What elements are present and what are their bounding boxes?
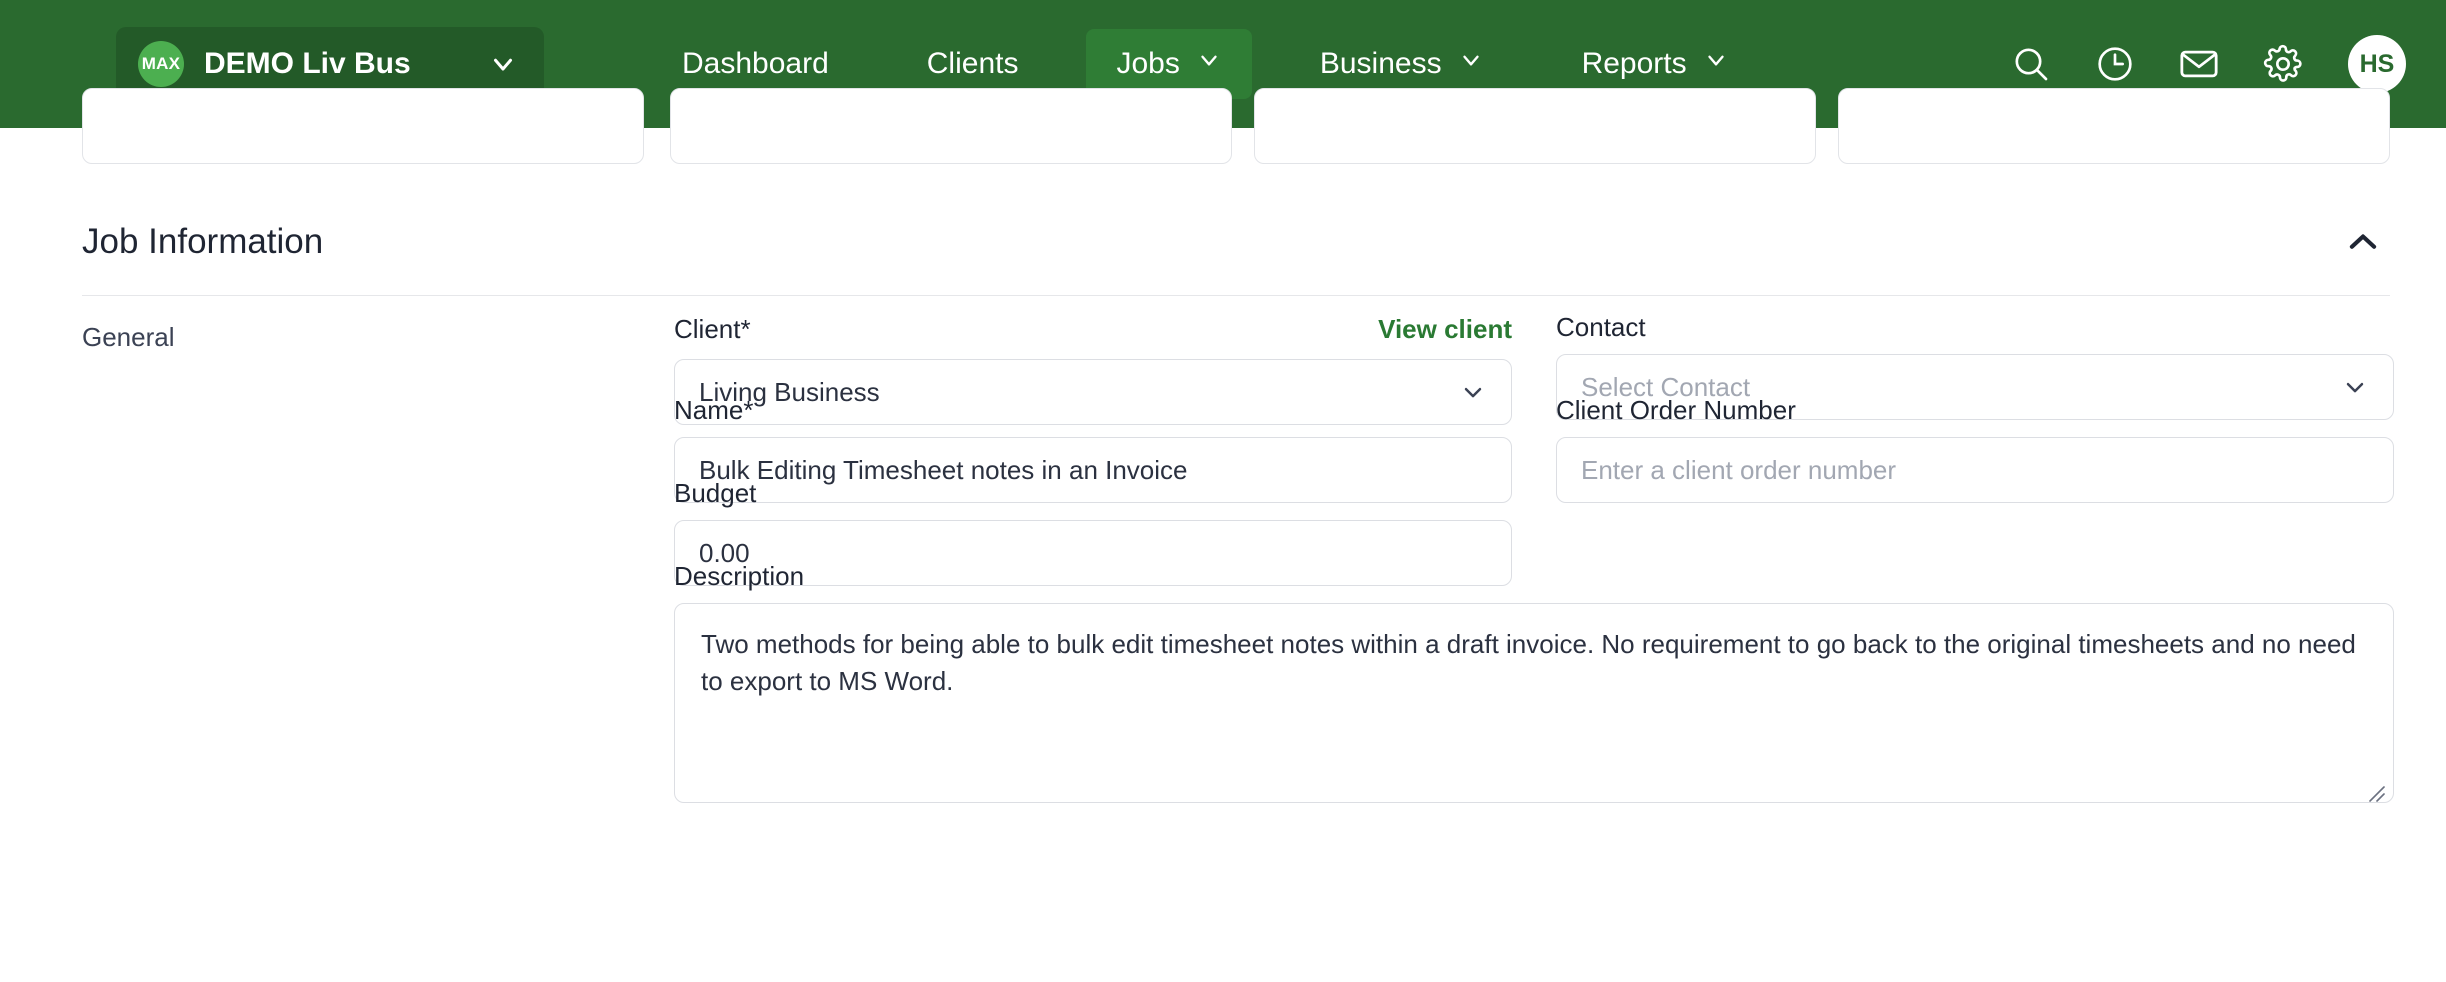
chevron-down-icon	[1703, 47, 1729, 81]
form-group-label-general: General	[82, 322, 175, 352]
field-label-name: Name*	[674, 395, 754, 425]
stat-card[interactable]	[82, 88, 644, 164]
user-avatar[interactable]: HS	[2348, 35, 2406, 93]
stat-card[interactable]	[1254, 88, 1816, 164]
nav-label: Dashboard	[682, 47, 829, 80]
chevron-down-icon	[1196, 47, 1222, 81]
nav-label: Business	[1319, 47, 1442, 80]
recent-clock-icon[interactable]	[2084, 33, 2146, 95]
field-client-order-number: Client Order Number Enter a client order…	[1556, 397, 2394, 503]
org-name-label: DEMO Liv Bus	[204, 47, 411, 80]
client-order-number-input[interactable]: Enter a client order number	[1556, 437, 2394, 503]
field-label-client: Client*	[674, 314, 751, 344]
nav-label: Clients	[926, 47, 1019, 80]
required-marker: *	[740, 314, 751, 344]
chevron-down-icon[interactable]	[454, 49, 518, 79]
field-label-contact: Contact	[1556, 312, 1646, 342]
search-icon[interactable]	[2000, 33, 2062, 95]
field-description: Description Two methods for being able t…	[674, 563, 2394, 803]
nav-label: Reports	[1581, 47, 1687, 80]
view-client-link[interactable]: View client	[1378, 314, 1512, 345]
field-label-client-order-number: Client Order Number	[1556, 395, 1796, 425]
description-textarea-value: Two methods for being able to bulk edit …	[701, 629, 2356, 696]
stat-card[interactable]	[1838, 88, 2390, 164]
chevron-down-icon	[1458, 47, 1484, 81]
client-order-number-placeholder: Enter a client order number	[1581, 454, 1897, 485]
resize-grip-icon[interactable]	[2367, 777, 2387, 802]
field-label-budget: Budget	[674, 478, 757, 508]
chevron-up-icon[interactable]	[2336, 215, 2390, 269]
description-textarea[interactable]: Two methods for being able to bulk edit …	[674, 603, 2394, 803]
nav-label: Jobs	[1116, 47, 1180, 80]
org-max-badge: MAX	[138, 41, 184, 87]
settings-gear-icon[interactable]	[2252, 33, 2314, 95]
stat-card[interactable]	[670, 88, 1232, 164]
field-label-description: Description	[674, 561, 805, 591]
nav-icon-group: HS	[2000, 33, 2406, 95]
mail-icon[interactable]	[2168, 33, 2230, 95]
job-information-header: Job Information	[82, 188, 2390, 296]
stat-cards-strip	[0, 88, 2446, 164]
required-marker: *	[743, 395, 754, 425]
page-title: Job Information	[82, 221, 324, 261]
